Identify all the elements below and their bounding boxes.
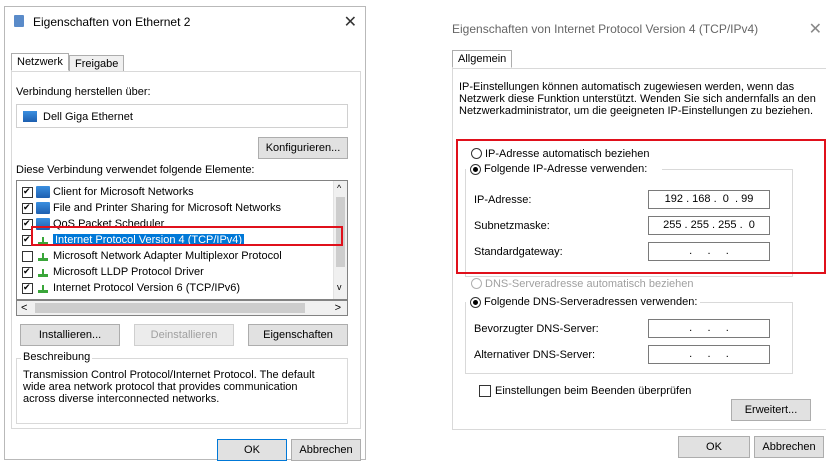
tab-panel: Verbindung herstellen über: Dell Giga Et… [11, 71, 361, 429]
elements-label: Diese Verbindung verwendet folgende Elem… [16, 164, 255, 176]
cancel-button[interactable]: Abbrechen [754, 436, 824, 458]
window-title: Eigenschaften von Ethernet 2 [33, 15, 191, 29]
chevron-right-icon[interactable]: > [335, 302, 341, 314]
list-item[interactable]: File and Printer Sharing for Microsoft N… [17, 200, 281, 216]
chevron-up-icon[interactable]: ^ [337, 183, 341, 193]
ok-button[interactable]: OK [678, 436, 750, 458]
network-client-icon [36, 186, 50, 198]
install-button[interactable]: Installieren... [20, 324, 120, 346]
description-group: Beschreibung Transmission Control Protoc… [16, 351, 348, 424]
ip-settings-highlight-frame [456, 139, 826, 274]
description-label: Beschreibung [21, 351, 93, 363]
validate-checkbox[interactable] [479, 385, 491, 397]
chevron-left-icon[interactable]: < [21, 302, 27, 314]
uninstall-button[interactable]: Deinstallieren [134, 324, 234, 346]
list-item[interactable]: Microsoft Network Adapter Multiplexor Pr… [17, 248, 282, 264]
protocol-icon [36, 266, 50, 278]
network-adapter-icon [14, 15, 24, 27]
preferred-dns-label: Bevorzugter DNS-Server: [474, 323, 599, 335]
preferred-dns-input[interactable]: . . . [648, 319, 770, 338]
configure-button[interactable]: Konfigurieren... [258, 137, 348, 159]
adapter-icon [23, 111, 37, 122]
properties-button[interactable]: Eigenschaften [248, 324, 348, 346]
ipv4-highlight-frame [31, 226, 343, 246]
cancel-button[interactable]: Abbrechen [291, 439, 361, 461]
checkbox[interactable] [22, 282, 33, 294]
horizontal-scrollbar[interactable]: < > [16, 300, 348, 316]
list-item[interactable]: Client for Microsoft Networks [17, 184, 194, 200]
tab-netzwerk[interactable]: Netzwerk [11, 53, 69, 71]
checkbox[interactable] [22, 266, 33, 278]
titlebar: Eigenschaften von Ethernet 2 ✕ [5, 7, 365, 37]
close-icon[interactable]: ✕ [809, 19, 822, 39]
alternate-dns-input[interactable]: . . . [648, 345, 770, 364]
adapter-box: Dell Giga Ethernet [16, 104, 348, 128]
list-item[interactable]: Microsoft LLDP Protocol Driver [17, 264, 204, 280]
radio-manual-dns-label: Folgende DNS-Serveradressen verwenden: [484, 296, 698, 308]
protocol-icon [36, 250, 50, 262]
checkbox[interactable] [22, 202, 33, 214]
checkbox[interactable] [22, 250, 33, 262]
alternate-dns-label: Alternativer DNS-Server: [474, 349, 596, 361]
intro-text: IP-Einstellungen können automatisch zuge… [459, 81, 816, 117]
adapter-name: Dell Giga Ethernet [43, 111, 133, 123]
list-item[interactable]: Internet Protocol Version 6 (TCP/IPv6) [17, 280, 240, 296]
scroll-thumb[interactable] [35, 303, 305, 313]
radio-manual-dns[interactable] [470, 297, 481, 308]
checkbox[interactable] [22, 186, 33, 198]
advanced-button[interactable]: Erweitert... [731, 399, 811, 421]
dns-settings-group: Folgende DNS-Serveradressen verwenden: B… [465, 295, 793, 374]
connect-via-label: Verbindung herstellen über: [16, 86, 151, 98]
chevron-down-icon[interactable]: v [337, 282, 342, 292]
window-title: Eigenschaften von Internet Protocol Vers… [452, 22, 759, 36]
protocol-icon [36, 282, 50, 294]
description-text: Transmission Control Protocol/Internet P… [23, 369, 315, 405]
tab-allgemein[interactable]: Allgemein [452, 50, 513, 68]
radio-auto-dns[interactable] [471, 278, 482, 289]
close-icon[interactable]: ✕ [344, 12, 357, 32]
validate-checkbox-label: Einstellungen beim Beenden überprüfen [495, 385, 692, 397]
radio-auto-dns-label: DNS-Serveradresse automatisch beziehen [485, 278, 694, 290]
radio-manual-dns-wrap: Folgende DNS-Serveradressen verwenden: [466, 295, 700, 309]
network-service-icon [36, 202, 50, 214]
titlebar: Eigenschaften von Internet Protocol Vers… [446, 14, 826, 44]
ok-button[interactable]: OK [217, 439, 287, 461]
